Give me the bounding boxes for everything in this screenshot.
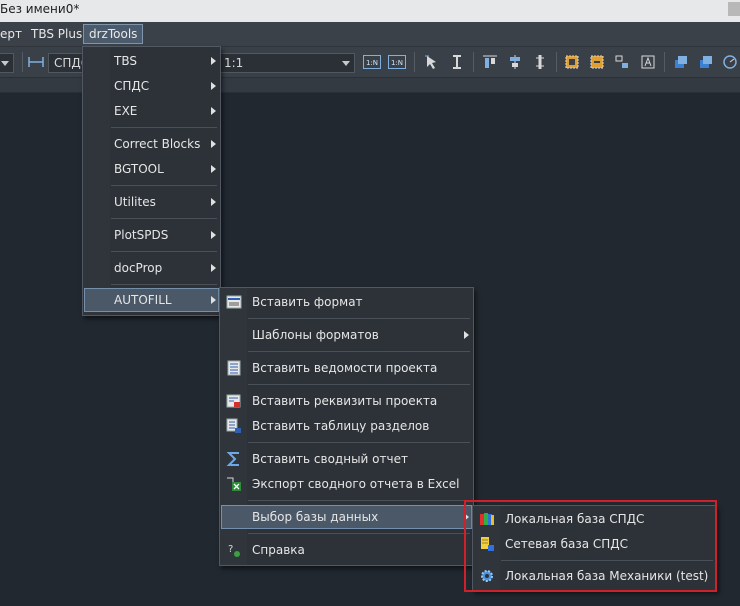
menu-separator xyxy=(248,442,470,443)
menu-separator xyxy=(248,533,470,534)
project-details-icon xyxy=(226,394,241,408)
menu-separator xyxy=(248,500,470,501)
table-icon[interactable] xyxy=(614,54,630,70)
menu-item-correct-blocks[interactable]: Correct Blocks xyxy=(84,132,219,156)
dimension-icon[interactable] xyxy=(28,54,44,70)
menu-separator xyxy=(111,127,217,128)
menu-item-select-database[interactable]: Выбор базы данных xyxy=(221,505,472,529)
menu-drztools[interactable]: drzTools xyxy=(83,24,144,44)
menu-item-insert-project-sheets[interactable]: Вставить ведомости проекта xyxy=(221,356,472,380)
menu-item-exe[interactable]: EXE xyxy=(84,99,219,123)
menu-separator xyxy=(111,185,217,186)
menu-item-autofill[interactable]: AUTOFILL xyxy=(84,288,219,312)
block-edit-icon[interactable] xyxy=(589,54,605,70)
excel-export-icon xyxy=(227,477,241,491)
sigma-icon xyxy=(226,452,239,466)
align-top-icon[interactable] xyxy=(482,54,498,70)
annotation-highlight-box xyxy=(464,500,717,592)
menu-tbs-plus[interactable]: TBS Plus xyxy=(31,27,82,41)
menu-item-format-templates[interactable]: Шаблоны форматов xyxy=(221,323,472,347)
menu-separator xyxy=(111,251,217,252)
align-middle-icon[interactable] xyxy=(507,54,523,70)
text-style-icon[interactable] xyxy=(640,54,656,70)
project-sheets-icon xyxy=(227,360,241,376)
submenu-arrow-icon xyxy=(464,331,469,339)
menu-item-insert-project-details[interactable]: Вставить реквизиты проекта xyxy=(221,389,472,413)
menu-separator xyxy=(248,318,470,319)
title-bar: Без имени0* xyxy=(0,0,740,22)
block-select-icon[interactable] xyxy=(564,54,580,70)
scale-combo[interactable]: 1:1 xyxy=(218,53,355,73)
sections-table-icon xyxy=(226,418,241,433)
menu-item-utilites[interactable]: Utilites xyxy=(84,190,219,214)
menu-item-insert-summary[interactable]: Вставить сводный отчет xyxy=(221,447,472,471)
menu-separator xyxy=(111,284,217,285)
menu-separator xyxy=(111,218,217,219)
autofill-submenu: Вставить формат Шаблоны форматов Вставит… xyxy=(219,287,474,566)
pointer-icon[interactable] xyxy=(424,54,440,70)
help-icon: ? xyxy=(228,544,240,557)
distribute-icon[interactable] xyxy=(532,54,548,70)
submenu-arrow-icon xyxy=(211,107,216,115)
submenu-arrow-icon xyxy=(211,57,216,65)
drztools-menu: TBS СПДС EXE Correct Blocks BGTOOL Utili… xyxy=(82,46,221,316)
scale-1n-alt-button[interactable]: 1:N xyxy=(388,55,406,69)
menu-item-tbs[interactable]: TBS xyxy=(84,49,219,73)
submenu-arrow-icon xyxy=(211,231,216,239)
window-control[interactable] xyxy=(728,2,740,16)
menu-item-spds[interactable]: СПДС xyxy=(84,74,219,98)
svg-text:?: ? xyxy=(228,544,233,555)
submenu-arrow-icon xyxy=(211,165,216,173)
submenu-arrow-icon xyxy=(211,140,216,148)
menu-item-help[interactable]: ? Справка xyxy=(221,538,472,562)
menu-separator xyxy=(248,351,470,352)
text-cursor-icon[interactable] xyxy=(449,54,465,70)
menu-separator xyxy=(248,384,470,385)
scale-1n-button[interactable]: 1:N xyxy=(363,55,381,69)
menu-bar: ерт TBS Plus drzTools xyxy=(0,22,740,47)
toolbar-combo-left[interactable] xyxy=(0,53,14,73)
layers-icon[interactable] xyxy=(673,54,689,70)
window-title: Без имени0* xyxy=(0,2,80,16)
submenu-arrow-icon xyxy=(211,264,216,272)
menu-item-insert-sections-table[interactable]: Вставить таблицу разделов xyxy=(221,414,472,438)
menu-item-docprop[interactable]: docProp xyxy=(84,256,219,280)
menu-item-insert-format[interactable]: Вставить формат xyxy=(221,290,472,314)
submenu-arrow-icon xyxy=(211,198,216,206)
menu-item-export-excel[interactable]: Экспорт сводного отчета в Excel xyxy=(221,472,472,496)
submenu-arrow-icon xyxy=(211,82,216,90)
menu-expert[interactable]: ерт xyxy=(0,27,22,41)
menu-item-bgtool[interactable]: BGTOOL xyxy=(84,157,219,181)
rotate-icon[interactable] xyxy=(722,54,738,70)
menu-item-plotspds[interactable]: PlotSPDS xyxy=(84,223,219,247)
submenu-arrow-icon xyxy=(211,296,216,304)
insert-format-icon xyxy=(226,295,242,309)
layers-alt-icon[interactable] xyxy=(698,54,714,70)
